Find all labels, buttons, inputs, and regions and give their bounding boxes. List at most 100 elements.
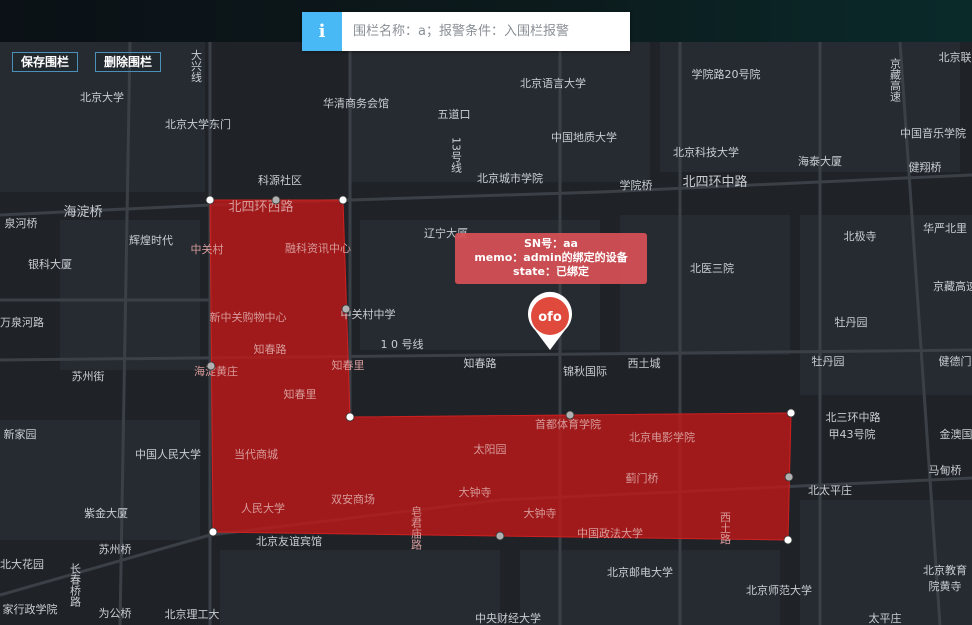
delete-fence-button[interactable]: 删除围栏: [95, 52, 162, 72]
map-view[interactable]: 北京大学北京大学东门 华清商务会馆五道口 北京语言大学 学院路20号院 北京联中国地质大…: [0, 0, 972, 625]
map-label: 家行政学院: [3, 602, 58, 616]
fence-vertex-handle[interactable]: [786, 408, 796, 418]
save-fence-button[interactable]: 保存围栏: [12, 52, 79, 72]
map-label: 泉河桥: [5, 216, 38, 230]
fence-info-panel: i 围栏名称：a；报警条件：入围栏报警: [302, 12, 630, 51]
marker-logo: ofo: [538, 310, 562, 325]
map-label: 融科资讯中心: [285, 241, 351, 255]
map-canvas[interactable]: 北京大学北京大学东门 华清商务会馆五道口 北京语言大学 学院路20号院 北京联中国地质大…: [0, 0, 972, 625]
map-label: 华清商务会馆: [323, 96, 389, 110]
map-label: 中央财经大学: [475, 611, 541, 625]
map-label: 新家园: [4, 427, 37, 441]
device-sn: SN号：aa: [524, 237, 578, 250]
map-label: 科源社区: [258, 173, 302, 187]
map-label: 西土路: [719, 512, 732, 546]
map-label: 北京联: [939, 50, 972, 64]
map-label: 北极寺: [844, 229, 877, 243]
map-label: 大钟寺: [459, 485, 492, 499]
map-label: 太阳园: [474, 443, 507, 456]
map-label: 北京师范大学: [746, 583, 812, 597]
map-label: 大钟寺: [524, 506, 557, 520]
map-label: 北京大学东门: [165, 117, 231, 131]
fence-vertex-handle[interactable]: [338, 195, 348, 205]
map-label: 中国政法大学: [577, 526, 643, 540]
map-label: 北京语言大学: [520, 76, 586, 90]
map-label: 当代商城: [234, 447, 278, 461]
map-label: 中关村: [191, 242, 224, 256]
map-label: 知春路: [254, 342, 287, 356]
fence-vertex-handle[interactable]: [495, 531, 505, 541]
map-label: 海泰大厦: [798, 154, 842, 168]
device-memo: memo：admin的绑定的设备: [474, 251, 628, 264]
map-label: 北太平庄: [808, 483, 852, 497]
map-label: 紫金大厦: [84, 506, 128, 520]
map-label: 华严北里: [923, 221, 967, 235]
map-label: 牡丹园: [812, 354, 845, 368]
map-label: 北三环中路: [826, 411, 881, 424]
fence-vertex-handle[interactable]: [783, 535, 793, 545]
map-label: 锦秋国际: [563, 364, 607, 378]
map-label: 北四环西路: [228, 199, 293, 215]
map-label: 首都体育学院: [535, 417, 601, 431]
fence-vertex-handle[interactable]: [784, 472, 794, 482]
map-label: 13号线: [450, 137, 463, 173]
map-label: 京藏高速: [889, 57, 902, 102]
map-label: 辉煌时代: [129, 234, 173, 247]
map-label: 1 0 号线: [381, 337, 424, 351]
map-label: 海淀黄庄: [194, 364, 238, 378]
map-label: 北京大学: [80, 90, 124, 104]
map-label: 院黄寺: [929, 579, 962, 593]
map-label: 北大花园: [0, 557, 44, 571]
map-label: 知春里: [332, 358, 365, 372]
device-tooltip: SN号：aa memo：admin的绑定的设备 state：已绑定: [455, 233, 647, 284]
map-label: 牡丹园: [835, 315, 868, 329]
map-label: 西土城: [628, 357, 661, 370]
map-label: 双安商场: [331, 492, 375, 506]
map-label: 北京友谊宾馆: [256, 534, 322, 548]
fence-vertex-handle[interactable]: [271, 195, 281, 205]
map-label: 海淀桥: [63, 205, 102, 220]
map-label: 太平庄: [869, 611, 902, 625]
map-label: 苏州桥: [99, 543, 132, 556]
map-label: 大兴线: [190, 48, 203, 82]
map-label: 学院路20号院: [692, 67, 761, 81]
map-label: 蓟门桥: [626, 471, 659, 485]
fence-vertex-handle[interactable]: [341, 304, 351, 314]
map-label: 马甸桥: [929, 464, 962, 477]
map-label: 健翔桥: [909, 160, 942, 174]
map-label: 北京邮电大学: [607, 565, 673, 579]
fence-info-text: 围栏名称：a；报警条件：入围栏报警: [353, 24, 569, 39]
map-label: 金澳国: [940, 427, 972, 441]
map-label: 北京城市学院: [477, 171, 543, 185]
map-label: 学院桥: [620, 178, 653, 192]
map-label: 苏州街: [72, 369, 105, 383]
map-label: 中国音乐学院: [900, 126, 966, 140]
map-label: 北京电影学院: [629, 430, 695, 444]
map-label: 五道口: [438, 107, 471, 121]
fence-vertex-handle[interactable]: [206, 361, 216, 371]
map-label: 银科大厦: [28, 257, 72, 271]
map-label: 知春里: [284, 387, 317, 401]
map-label: 京藏高速: [933, 279, 972, 293]
fence-vertex-handle[interactable]: [565, 410, 575, 420]
fence-vertex-handle[interactable]: [205, 195, 215, 205]
map-label: 人民大学: [241, 501, 285, 515]
map-label: 皂君庙路: [410, 505, 423, 551]
fence-vertex-handle[interactable]: [208, 527, 218, 537]
map-label: 中国人民大学: [135, 447, 201, 461]
map-label: 知春路: [464, 356, 497, 370]
map-label: 中国地质大学: [551, 130, 617, 144]
map-label: 新中关购物中心: [210, 310, 287, 324]
map-label: 万泉河路: [0, 315, 44, 329]
map-label: 北医三院: [690, 261, 734, 275]
device-state: state：已绑定: [513, 265, 589, 278]
map-label: 北京理工大: [165, 607, 220, 621]
map-label: 为公桥: [99, 607, 132, 620]
map-label: 长春桥路: [69, 563, 82, 608]
info-icon: i: [302, 12, 342, 51]
map-label: 健德门: [939, 354, 972, 368]
map-label: 甲43号院: [829, 427, 876, 441]
fence-vertex-handle[interactable]: [345, 412, 355, 422]
map-label: 北京教育: [923, 563, 967, 577]
map-label: 北四环中路: [682, 174, 747, 190]
